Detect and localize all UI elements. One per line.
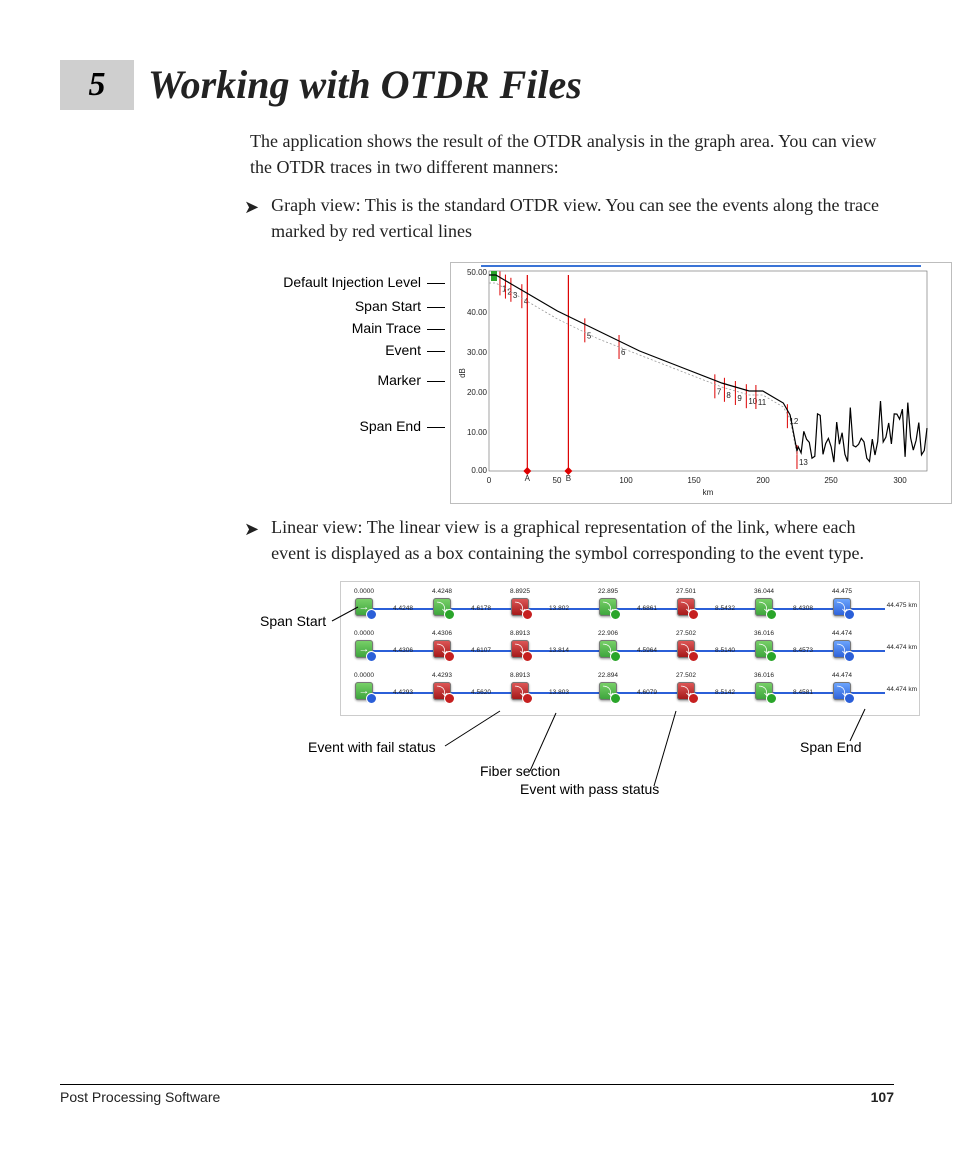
event-box: ⤵ <box>599 682 617 700</box>
event-box: ⤵ <box>755 598 773 616</box>
event-box: ⤵ <box>833 640 851 658</box>
svg-text:km: km <box>703 488 714 497</box>
marker-lines: AB <box>523 275 572 483</box>
svg-text:3: 3 <box>513 291 518 300</box>
svg-text:20.00: 20.00 <box>467 388 488 397</box>
annotation-label: Event <box>385 342 421 358</box>
linear-view-figure: 0.0000→4.42484.4248⤵4.61788.8925⤵13.8022… <box>200 581 920 801</box>
event-box: ⤵ <box>599 640 617 658</box>
event-box: ⤵ <box>833 598 851 616</box>
event-box: ⤵ <box>755 682 773 700</box>
svg-text:50: 50 <box>553 476 562 485</box>
event-box: → <box>355 682 373 700</box>
svg-text:A: A <box>525 474 531 483</box>
callout-span-start: Span Start <box>260 613 326 629</box>
callout-fail: Event with fail status <box>308 739 436 755</box>
svg-text:150: 150 <box>687 476 701 485</box>
event-box: ⤵ <box>677 640 695 658</box>
svg-text:0: 0 <box>487 476 492 485</box>
svg-text:11: 11 <box>758 398 767 407</box>
svg-text:40.00: 40.00 <box>467 308 488 317</box>
y-axis: 50.00 40.00 30.00 20.00 10.00 0.00 dB <box>458 268 488 475</box>
svg-text:5: 5 <box>587 332 592 341</box>
linear-track: 0.0000→4.42934.4293⤵4.56208.8913⤵13.8032… <box>341 670 919 712</box>
chapter-title: Working with OTDR Files <box>148 65 582 105</box>
graph-view-figure: Default Injection Level Span Start Main … <box>205 262 905 502</box>
event-box: → <box>355 640 373 658</box>
event-box: ⤵ <box>677 598 695 616</box>
annotation-label: Marker <box>377 372 421 388</box>
event-lines: 12345678910111213 <box>500 272 808 470</box>
event-box: ⤵ <box>833 682 851 700</box>
callout-fiber: Fiber section <box>480 763 560 779</box>
svg-text:30.00: 30.00 <box>467 348 488 357</box>
x-axis: 0 50 100 150 200 250 300 km <box>487 476 907 497</box>
event-box: ⤵ <box>433 598 451 616</box>
svg-text:9: 9 <box>737 394 742 403</box>
callout-pass: Event with pass status <box>520 781 659 797</box>
event-box: ⤵ <box>511 598 529 616</box>
bullet-text: Graph view: This is the standard OTDR vi… <box>271 192 884 244</box>
svg-text:250: 250 <box>824 476 838 485</box>
bullet-item: ➤ Graph view: This is the standard OTDR … <box>244 192 884 244</box>
svg-text:1: 1 <box>502 285 507 294</box>
secondary-trace <box>489 283 797 455</box>
svg-text:dB: dB <box>458 368 467 378</box>
annotation-label: Main Trace <box>352 320 421 336</box>
noise-region <box>797 401 927 462</box>
svg-text:50.00: 50.00 <box>467 268 488 277</box>
event-box: ⤵ <box>433 640 451 658</box>
bullet-item: ➤ Linear view: The linear view is a grap… <box>244 514 884 566</box>
svg-text:B: B <box>566 474 571 483</box>
event-box: ⤵ <box>677 682 695 700</box>
page-number: 107 <box>871 1089 894 1105</box>
event-box: ⤵ <box>511 640 529 658</box>
annotation-label: Span Start <box>355 298 421 314</box>
main-trace <box>489 275 797 451</box>
event-box: ⤵ <box>511 682 529 700</box>
svg-text:7: 7 <box>717 388 722 397</box>
bullet-icon: ➤ <box>244 516 259 542</box>
svg-text:0.00: 0.00 <box>471 466 487 475</box>
event-box: ⤵ <box>433 682 451 700</box>
svg-text:13: 13 <box>799 458 808 467</box>
bullet-text: Linear view: The linear view is a graphi… <box>271 514 884 566</box>
event-box: ⤵ <box>755 640 773 658</box>
linear-view-panel: 0.0000→4.42484.4248⤵4.61788.8925⤵13.8022… <box>340 581 920 716</box>
bullet-icon: ➤ <box>244 194 259 220</box>
annotation-label: Default Injection Level <box>283 274 421 290</box>
chapter-number: 5 <box>60 60 134 110</box>
linear-track: 0.0000→4.43064.4306⤵4.61078.8913⤵13.8142… <box>341 628 919 670</box>
linear-track: 0.0000→4.42484.4248⤵4.61788.8925⤵13.8022… <box>341 586 919 628</box>
callout-span-end: Span End <box>800 739 862 755</box>
svg-text:300: 300 <box>893 476 907 485</box>
intro-paragraph: The application shows the result of the … <box>250 128 884 180</box>
footer-left: Post Processing Software <box>60 1089 220 1105</box>
otdr-plot-svg: 50.00 40.00 30.00 20.00 10.00 0.00 dB 0 … <box>451 263 951 503</box>
chapter-heading: 5 Working with OTDR Files <box>60 60 894 110</box>
svg-text:8: 8 <box>726 391 731 400</box>
body-column: The application shows the result of the … <box>250 128 884 244</box>
body-column: ➤ Linear view: The linear view is a grap… <box>250 514 884 566</box>
otdr-plot: 50.00 40.00 30.00 20.00 10.00 0.00 dB 0 … <box>450 262 952 504</box>
document-page: 5 Working with OTDR Files The applicatio… <box>0 0 954 1159</box>
svg-text:10.00: 10.00 <box>467 428 488 437</box>
event-box: ⤵ <box>599 598 617 616</box>
svg-text:200: 200 <box>756 476 770 485</box>
svg-text:100: 100 <box>619 476 633 485</box>
annotation-label: Span End <box>360 418 422 434</box>
event-box: → <box>355 598 373 616</box>
page-footer: Post Processing Software 107 <box>0 1084 954 1105</box>
